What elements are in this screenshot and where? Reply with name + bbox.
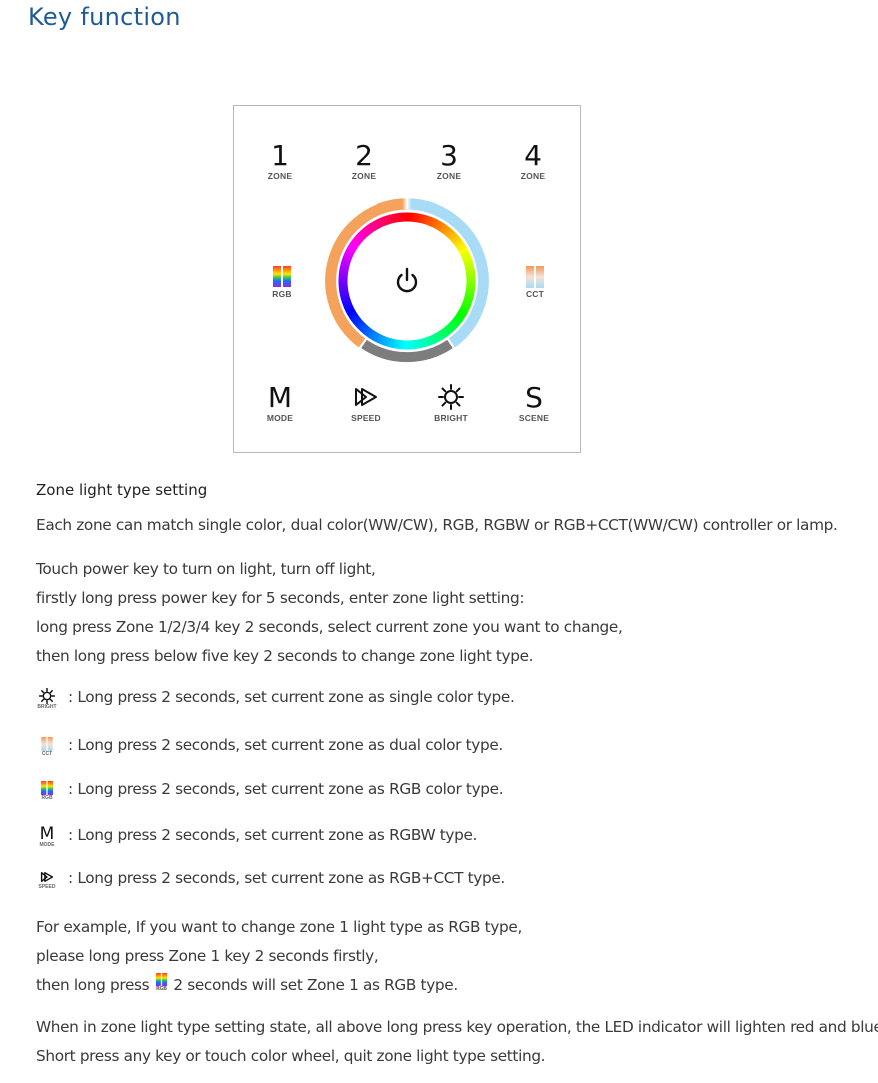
power-icon <box>396 267 418 293</box>
zone-label: ZONE <box>351 171 377 181</box>
power-key[interactable] <box>392 266 422 296</box>
zone-label: ZONE <box>267 171 293 181</box>
rgb-bars-icon <box>247 266 317 288</box>
key-type-text: : Long press 2 seconds, set current zone… <box>68 869 505 887</box>
section-heading: Zone light type setting <box>36 481 208 499</box>
zone-number: 4 <box>524 139 542 172</box>
step-line: then long press below five key 2 seconds… <box>36 647 534 665</box>
cct-label: CCT <box>525 289 545 299</box>
mode-label: MODE <box>266 413 294 423</box>
icon-caption: BRIGHT <box>37 704 57 710</box>
zone-number: 3 <box>440 139 458 172</box>
speed-icon <box>331 384 401 412</box>
key-type-text: : Long press 2 seconds, set current zone… <box>68 780 504 798</box>
rgb-bars-icon: RGB <box>153 973 169 992</box>
example-line: For example, If you want to change zone … <box>36 918 522 936</box>
example-text-after: 2 seconds will set Zone 1 as RGB type. <box>173 976 458 994</box>
zone-number: 1 <box>271 139 289 172</box>
speed-label: SPEED <box>351 413 381 423</box>
note-line: Short press any key or touch color wheel… <box>36 1047 546 1065</box>
scene-key[interactable]: S SCENE <box>499 381 569 424</box>
cct-bars-icon: CCT <box>36 736 58 757</box>
key-type-text: : Long press 2 seconds, set current zone… <box>68 826 478 844</box>
example-line: please long press Zone 1 key 2 seconds f… <box>36 947 379 965</box>
brightness-icon: BRIGHT <box>36 688 58 710</box>
top-blend-segment <box>377 198 437 215</box>
touch-panel: 1 ZONE 2 ZONE 3 ZONE 4 ZONE RGB CCT M MO… <box>233 105 581 453</box>
scene-label: SCENE <box>518 413 550 423</box>
steps-paragraph: Touch power key to turn on light, turn o… <box>36 555 623 671</box>
example-line: then long press RGB 2 seconds will set Zon… <box>36 971 522 1000</box>
icon-caption: RGB <box>155 986 167 992</box>
key-type-text: : Long press 2 seconds, set current zone… <box>68 736 503 754</box>
mode-icon: M <box>267 381 293 414</box>
zone-label: ZONE <box>520 171 546 181</box>
icon-caption: RGB <box>41 795 53 801</box>
cct-key[interactable]: CCT <box>500 266 570 299</box>
zone-3-key[interactable]: 3 ZONE <box>414 139 484 182</box>
color-wheel[interactable] <box>324 198 490 364</box>
mode-glyph: M <box>39 824 55 844</box>
mode-key[interactable]: M MODE <box>245 381 315 424</box>
notes-paragraph: When in zone light type setting state, a… <box>36 1013 878 1071</box>
bright-label: BRIGHT <box>434 413 468 423</box>
icon-caption: MODE <box>39 842 55 848</box>
zone-2-key[interactable]: 2 ZONE <box>329 139 399 182</box>
bright-key[interactable]: BRIGHT <box>416 384 486 423</box>
page-title: Key function <box>28 3 181 31</box>
zone-4-key[interactable]: 4 ZONE <box>498 139 568 182</box>
step-line: long press Zone 1/2/3/4 key 2 seconds, s… <box>36 618 623 636</box>
rgb-key[interactable]: RGB <box>247 266 317 299</box>
cct-bars-icon <box>500 266 570 288</box>
note-line: When in zone light type setting state, a… <box>36 1018 878 1036</box>
rgb-label: RGB <box>272 289 292 299</box>
step-line: Touch power key to turn on light, turn o… <box>36 560 376 578</box>
brightness-icon <box>416 384 486 412</box>
example-paragraph: For example, If you want to change zone … <box>36 913 522 1000</box>
step-line: firstly long press power key for 5 secon… <box>36 589 525 607</box>
rgb-bars-icon: RGB <box>36 780 58 801</box>
icon-caption: CCT <box>41 751 53 757</box>
zone-label: ZONE <box>436 171 462 181</box>
zone-1-key[interactable]: 1 ZONE <box>245 139 315 182</box>
scene-icon: S <box>525 381 543 414</box>
key-type-text: : Long press 2 seconds, set current zone… <box>68 688 515 706</box>
icon-caption: SPEED <box>38 884 56 890</box>
intro-paragraph: Each zone can match single color, dual c… <box>36 516 838 534</box>
example-text-before: then long press <box>36 976 150 994</box>
zone-number: 2 <box>355 139 373 172</box>
speed-key[interactable]: SPEED <box>331 384 401 423</box>
mode-icon: M MODE <box>36 824 58 849</box>
speed-icon: SPEED <box>36 869 58 890</box>
